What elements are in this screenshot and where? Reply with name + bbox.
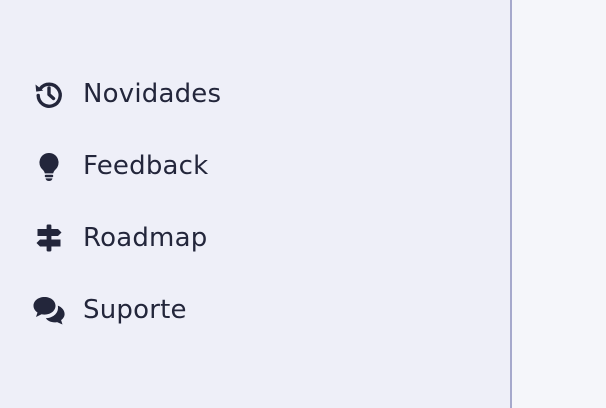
sidebar-nav: Novidades Feedback Roadmap Suporte [32, 58, 221, 346]
chat-bubbles-icon [32, 293, 66, 327]
lightbulb-icon [32, 149, 66, 183]
sidebar-item-roadmap[interactable]: Roadmap [32, 202, 221, 274]
sidebar-item-suporte[interactable]: Suporte [32, 274, 221, 346]
sidebar-item-label: Roadmap [83, 223, 208, 253]
signpost-icon [32, 221, 66, 255]
sidebar-item-novidades[interactable]: Novidades [32, 58, 221, 130]
sidebar-item-label: Feedback [83, 151, 209, 181]
sidebar-item-feedback[interactable]: Feedback [32, 130, 221, 202]
sidebar-item-label: Novidades [83, 79, 222, 109]
main-content [512, 0, 606, 408]
history-icon [32, 77, 66, 111]
sidebar-item-label: Suporte [83, 295, 187, 325]
app-window: Novidades Feedback Roadmap Suporte [0, 0, 606, 408]
sidebar: Novidades Feedback Roadmap Suporte [0, 0, 512, 408]
